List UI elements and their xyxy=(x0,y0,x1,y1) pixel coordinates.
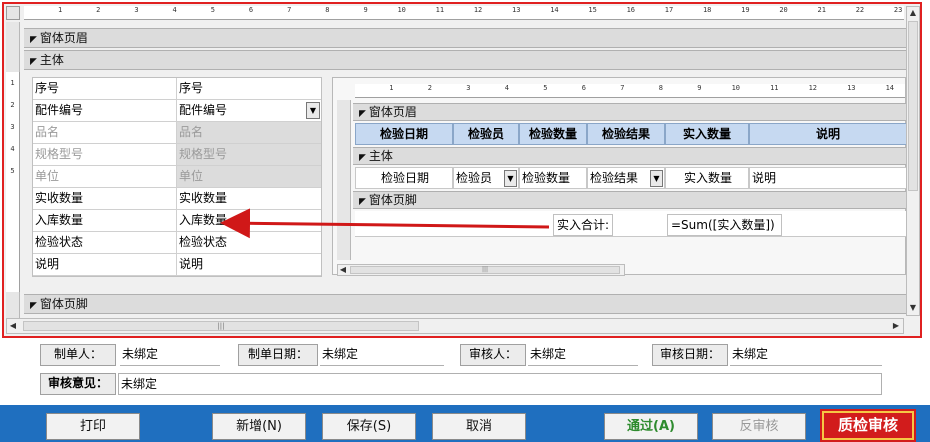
qc-review-button[interactable]: 质检审核 xyxy=(822,411,914,440)
unreview-button[interactable]: 反审核 xyxy=(712,413,806,440)
review-opinion-label: 审核意见： xyxy=(40,373,116,395)
cancel-button[interactable]: 取消 xyxy=(432,413,526,440)
annotation-arrow xyxy=(220,208,550,239)
info-panel: 制单人： 未绑定 制单日期： 未绑定 审核人： 未绑定 审核日期： 未绑定 审核… xyxy=(0,340,930,404)
review-opinion-field[interactable]: 未绑定 xyxy=(118,373,882,395)
review-date-field[interactable]: 未绑定 xyxy=(730,344,882,366)
review-date-label: 审核日期： xyxy=(652,344,728,366)
form-design-surface: 1 2 3 4 5 6 7 8 9 10 11 12 13 14 15 16 17 18 19 20 21 22 23 ◤ 窗… xyxy=(2,2,922,338)
action-toolbar: 打印 新增(N) 保存(S) 取消 通过(A) 反审核 质检审核 xyxy=(0,405,930,442)
save-button[interactable]: 保存(S) xyxy=(322,413,416,440)
reviewer-field[interactable]: 未绑定 xyxy=(528,344,638,366)
add-button[interactable]: 新增(N) xyxy=(212,413,306,440)
create-date-field[interactable]: 未绑定 xyxy=(320,344,444,366)
creator-label: 制单人： xyxy=(40,344,116,366)
print-button[interactable]: 打印 xyxy=(46,413,140,440)
pass-button[interactable]: 通过(A) xyxy=(604,413,698,440)
create-date-label: 制单日期： xyxy=(238,344,318,366)
reviewer-label: 审核人： xyxy=(460,344,526,366)
creator-field[interactable]: 未绑定 xyxy=(120,344,220,366)
